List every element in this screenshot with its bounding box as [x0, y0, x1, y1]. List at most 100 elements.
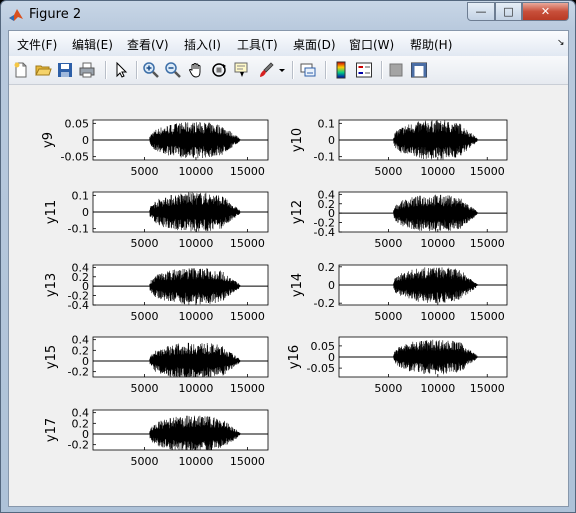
x-tick-label: 5000	[374, 310, 402, 323]
y-tick-label: 0	[82, 134, 89, 147]
x-tick-label: 10000	[420, 237, 455, 250]
x-tick-label: 5000	[130, 165, 158, 178]
window-title: Figure 2	[29, 7, 82, 22]
data-cursor-icon[interactable]	[233, 61, 251, 79]
zoom-out-icon[interactable]	[164, 61, 182, 79]
y-tick-label: -0.05	[307, 362, 335, 375]
x-tick-label: 5000	[374, 382, 402, 395]
y-tick-label: 0	[328, 134, 335, 147]
y-axis-label: y16	[287, 345, 302, 369]
open-file-icon[interactable]	[34, 61, 52, 79]
matlab-logo-icon	[9, 9, 23, 21]
y-tick-label: 0	[328, 279, 335, 292]
save-icon[interactable]	[56, 61, 74, 79]
toolbar-separator	[292, 61, 294, 79]
menu-help[interactable]: 帮助(H)	[410, 36, 452, 53]
y-tick-label: 0.1	[72, 189, 90, 202]
x-tick-label: 5000	[130, 310, 158, 323]
hide-plot-tools-icon[interactable]	[387, 61, 405, 79]
x-tick-label: 5000	[374, 165, 402, 178]
x-tick-label: 10000	[178, 382, 213, 395]
y-axis-label: y11	[44, 200, 59, 224]
x-tick-label: 10000	[178, 165, 213, 178]
figure-window: Figure 2 — □ ✕ 文件(F) 编辑(E) 查看(V) 插入(I) 工…	[0, 0, 576, 513]
menu-view[interactable]: 查看(V)	[127, 36, 169, 53]
subplot-y10[interactable]: 0.1 0 -0.1 5000 10000 15000 y10	[290, 117, 508, 178]
x-tick-label: 10000	[178, 455, 213, 468]
y-tick-label: -0.4	[314, 226, 335, 239]
dock-figure-icon[interactable]: ↘	[557, 38, 565, 48]
new-figure-icon[interactable]	[12, 61, 30, 79]
subplot-y17[interactable]: 0.40.20-0.25000 10000 15000y17	[44, 407, 269, 468]
menu-edit[interactable]: 编辑(E)	[72, 36, 113, 53]
subplot-y12[interactable]: 0.40.20-0.2-0.45000 10000 15000y12	[290, 188, 508, 250]
menu-file[interactable]: 文件(F)	[17, 36, 57, 53]
brush-icon[interactable]	[257, 61, 275, 79]
toolbar-separator	[136, 61, 138, 79]
zoom-in-icon[interactable]	[142, 61, 160, 79]
edit-plot-arrow-icon[interactable]	[112, 61, 130, 79]
minimize-button[interactable]: —	[467, 2, 495, 21]
maximize-icon: □	[503, 5, 514, 18]
y-tick-label: -0.2	[314, 297, 335, 310]
subplot-grid: 0.05 0 -0.05 5000 10000 15000 y9 0.1 0 -0.1 5000 10…	[41, 117, 508, 468]
figure-canvas[interactable]: 0.05 0 -0.05 5000 10000 15000 y9 0.1 0 -0.1 5000 10…	[9, 85, 568, 506]
x-tick-label: 15000	[470, 382, 505, 395]
x-tick-label: 10000	[420, 310, 455, 323]
x-tick-label: 5000	[130, 382, 158, 395]
y-axis-label: y12	[290, 200, 305, 224]
menu-desktop[interactable]: 桌面(D)	[293, 36, 336, 53]
y-tick-label: -0.1	[68, 223, 89, 236]
legend-icon[interactable]	[355, 61, 373, 79]
show-plot-tools-icon[interactable]	[410, 61, 428, 79]
y-tick-label: -0.2	[68, 366, 89, 379]
y-axis-label: y17	[44, 418, 59, 442]
x-tick-label: 15000	[470, 165, 505, 178]
x-tick-label: 15000	[230, 165, 265, 178]
subplot-y15[interactable]: 0.40.20-0.25000 10000 15000y15	[44, 334, 269, 395]
x-tick-label: 10000	[178, 310, 213, 323]
y-axis-label: y14	[290, 273, 305, 297]
x-tick-label: 15000	[230, 455, 265, 468]
close-button[interactable]: ✕	[522, 2, 569, 21]
subplot-y13[interactable]: 0.40.20-0.2-0.45000 10000 15000y13	[44, 261, 269, 323]
x-tick-label: 15000	[230, 382, 265, 395]
figure-toolbar	[9, 56, 568, 85]
pan-hand-icon[interactable]	[187, 61, 205, 79]
client-area: 文件(F) 编辑(E) 查看(V) 插入(I) 工具(T) 桌面(D) 窗口(W…	[8, 30, 569, 507]
print-icon[interactable]	[78, 61, 96, 79]
x-tick-label: 15000	[470, 237, 505, 250]
close-icon: ✕	[540, 5, 551, 18]
maximize-button[interactable]: □	[495, 2, 522, 21]
brush-dropdown-icon[interactable]	[278, 61, 286, 79]
x-tick-label: 15000	[470, 310, 505, 323]
x-tick-label: 5000	[374, 237, 402, 250]
y-tick-label: 0.05	[65, 117, 90, 130]
y-axis-label: y15	[44, 345, 59, 369]
subplot-y11[interactable]: 0.1 0 -0.1 5000 10000 15000 y11	[44, 189, 269, 250]
y-tick-label: 0.2	[318, 261, 336, 274]
menu-tools[interactable]: 工具(T)	[237, 36, 278, 53]
y-tick-label: -0.4	[68, 299, 89, 312]
link-plot-icon[interactable]	[299, 61, 317, 79]
menu-bar: 文件(F) 编辑(E) 查看(V) 插入(I) 工具(T) 桌面(D) 窗口(W…	[9, 31, 568, 57]
x-tick-label: 10000	[178, 237, 213, 250]
y-axis-label: y13	[44, 273, 59, 297]
rotate-3d-icon[interactable]	[210, 61, 228, 79]
y-tick-label: -0.05	[61, 151, 89, 164]
menu-insert[interactable]: 插入(I)	[184, 36, 221, 53]
y-tick-label: 0	[82, 206, 89, 219]
colorbar-icon[interactable]	[332, 61, 350, 79]
subplot-y16[interactable]: 0.050-0.055000 10000 15000y16	[287, 336, 508, 395]
x-tick-label: 5000	[130, 237, 158, 250]
y-tick-label: 0.1	[318, 117, 336, 130]
x-tick-label: 10000	[420, 382, 455, 395]
toolbar-separator	[381, 61, 383, 79]
title-bar[interactable]: Figure 2 — □ ✕	[1, 1, 575, 29]
y-tick-label: -0.2	[68, 439, 89, 452]
menu-window[interactable]: 窗口(W)	[349, 36, 394, 53]
toolbar-separator	[325, 61, 327, 79]
subplot-y9[interactable]: 0.05 0 -0.05 5000 10000 15000 y9	[41, 117, 269, 178]
x-tick-label: 15000	[230, 237, 265, 250]
subplot-y14[interactable]: 0.2 0 -0.2 5000 10000 15000 y14	[290, 261, 508, 323]
